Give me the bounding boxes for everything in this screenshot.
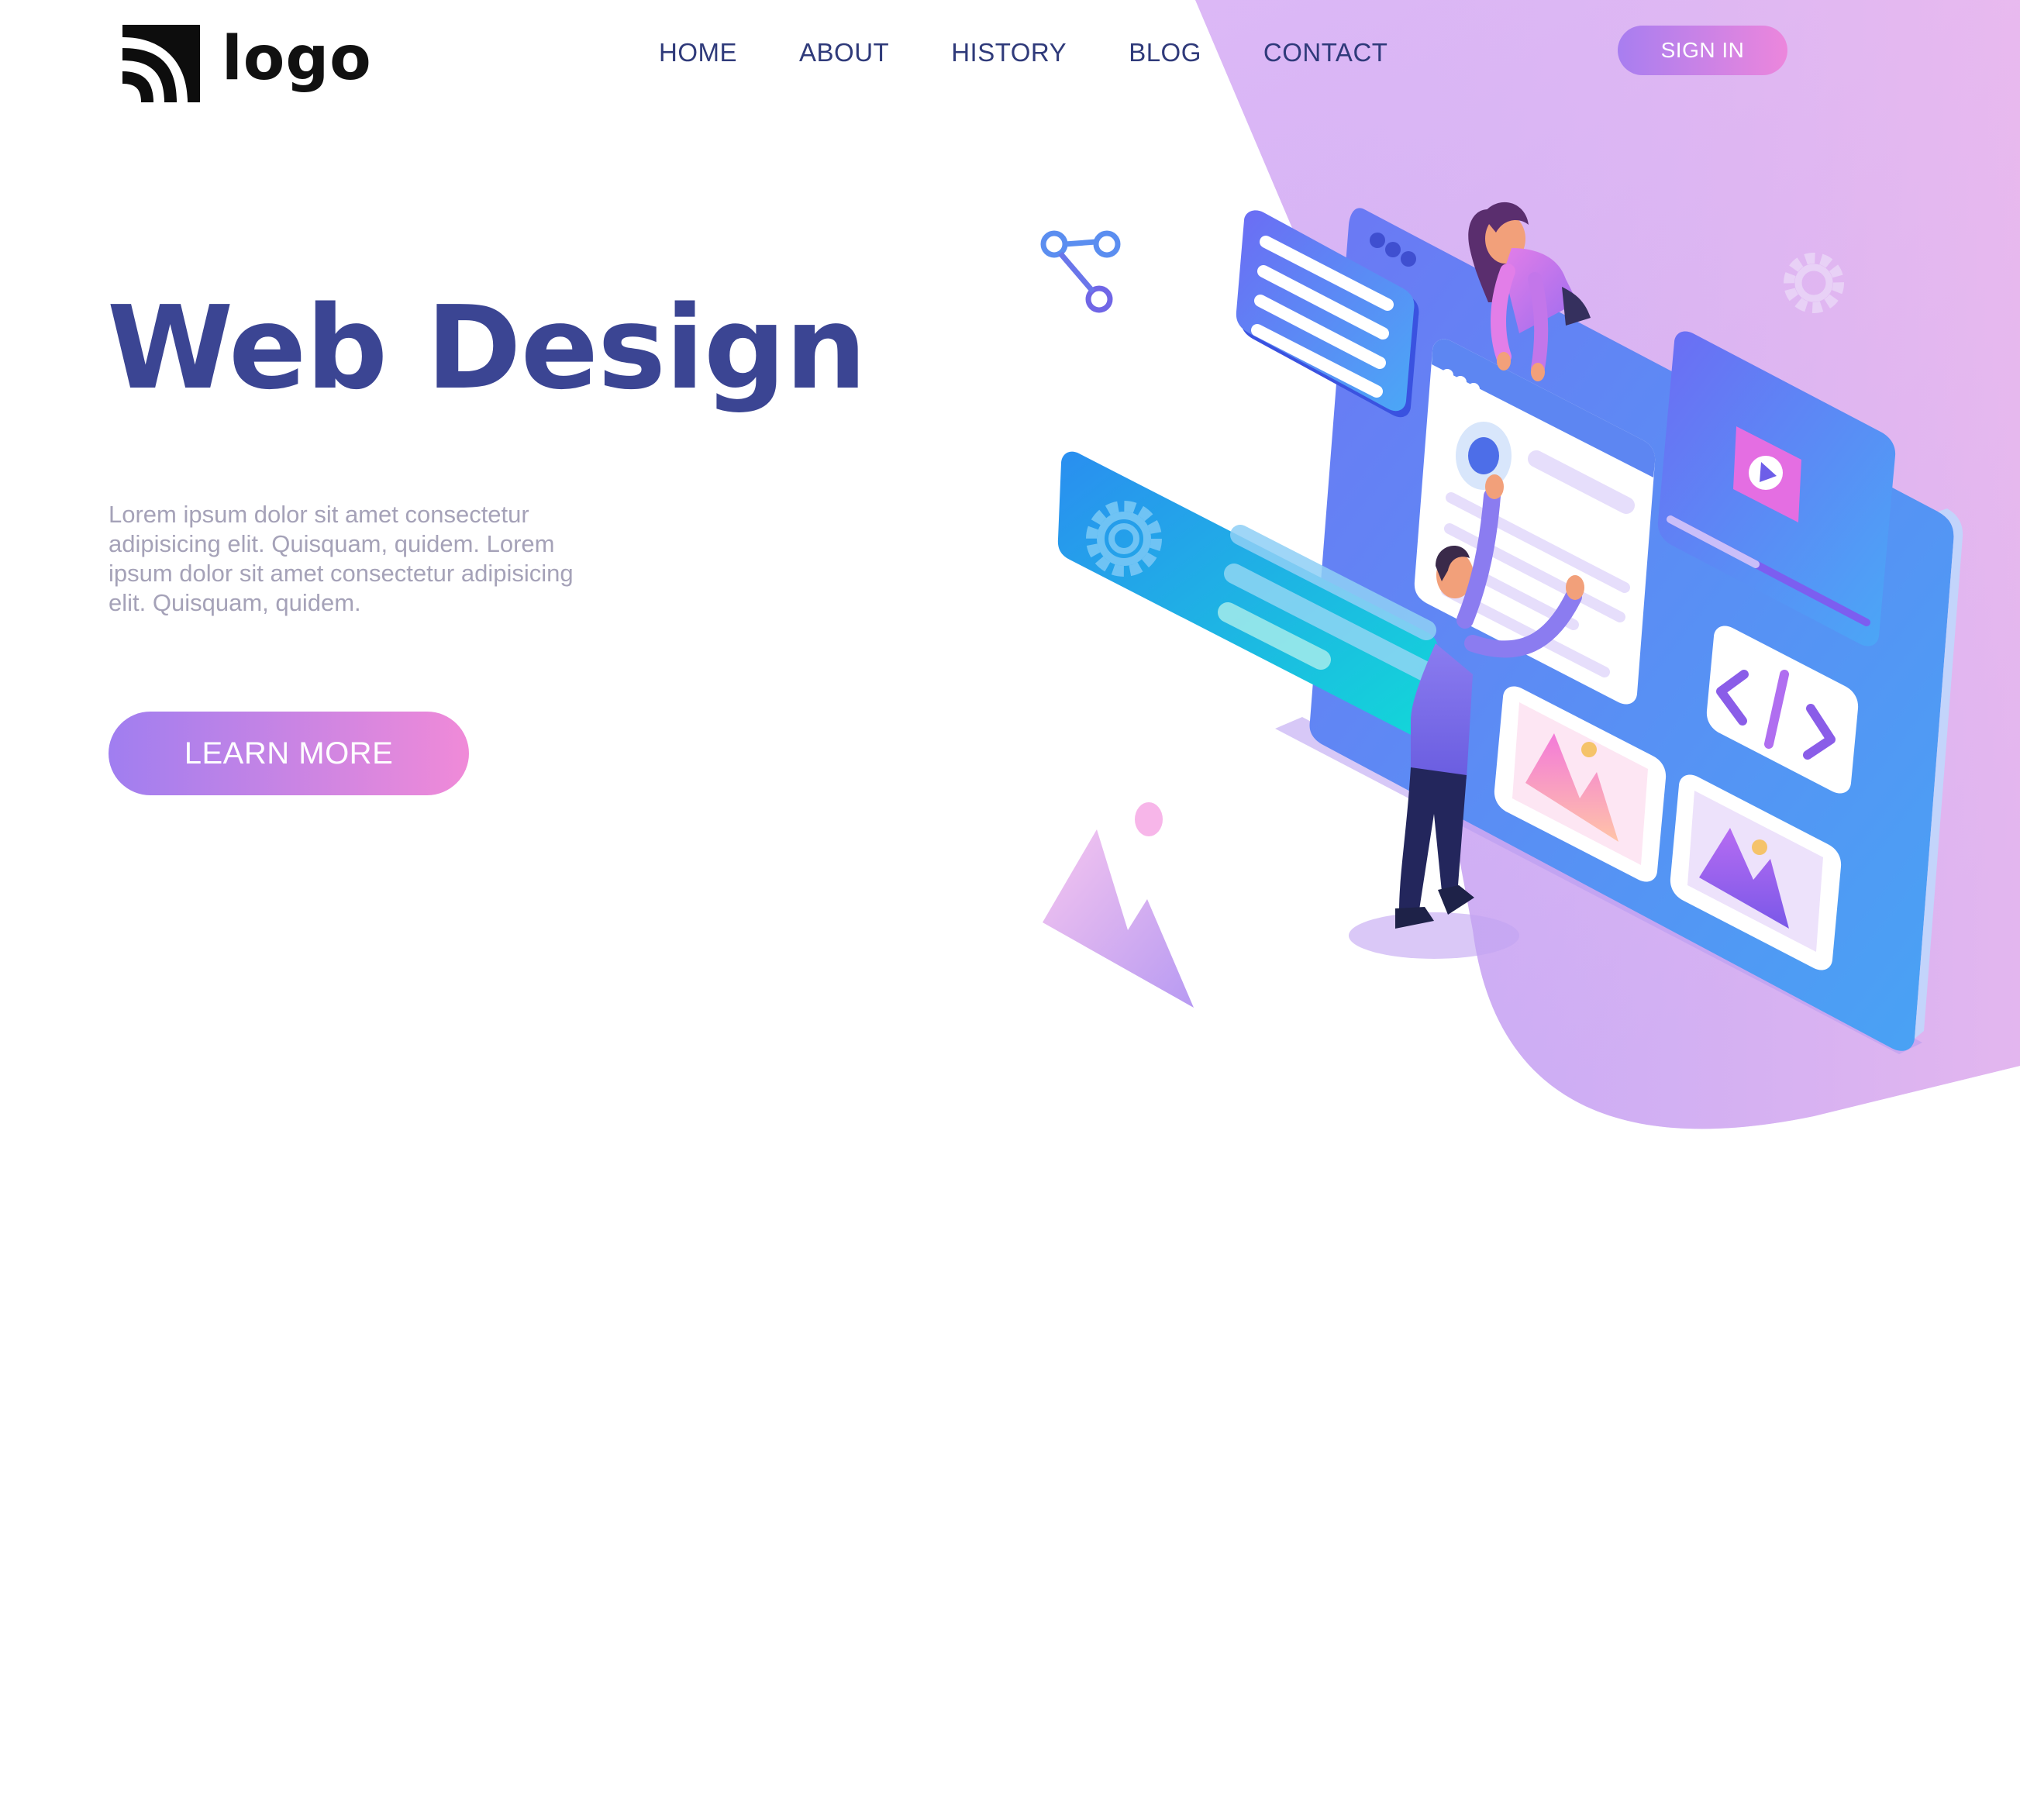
hero-description: Lorem ipsum dolor sit amet consectetur a… <box>109 501 574 616</box>
sign-in-button[interactable]: SIGN IN <box>1618 26 1787 75</box>
nav-item-about[interactable]: ABOUT <box>799 38 889 67</box>
rss-arcs-logo-icon <box>122 25 200 102</box>
decorative-mountain <box>1043 802 1194 1008</box>
learn-more-button[interactable]: LEARN MORE <box>109 712 469 795</box>
logo-text: logo <box>222 24 372 94</box>
web-design-illustration <box>1040 202 1963 1054</box>
hero-title: Web Design <box>107 281 867 415</box>
nav-item-blog[interactable]: BLOG <box>1129 38 1201 67</box>
nav-item-home[interactable]: HOME <box>659 38 737 67</box>
nav-item-contact[interactable]: CONTACT <box>1263 38 1388 67</box>
logo[interactable]: logo <box>122 23 372 104</box>
share-icon <box>1040 230 1121 313</box>
landing-page: logo HOME ABOUT HISTORY BLOG CONTACT SIG… <box>0 0 2020 1820</box>
main-nav: HOME ABOUT HISTORY BLOG CONTACT <box>659 31 1450 74</box>
gear-icon <box>1784 253 1844 313</box>
nav-item-history[interactable]: HISTORY <box>951 38 1067 67</box>
